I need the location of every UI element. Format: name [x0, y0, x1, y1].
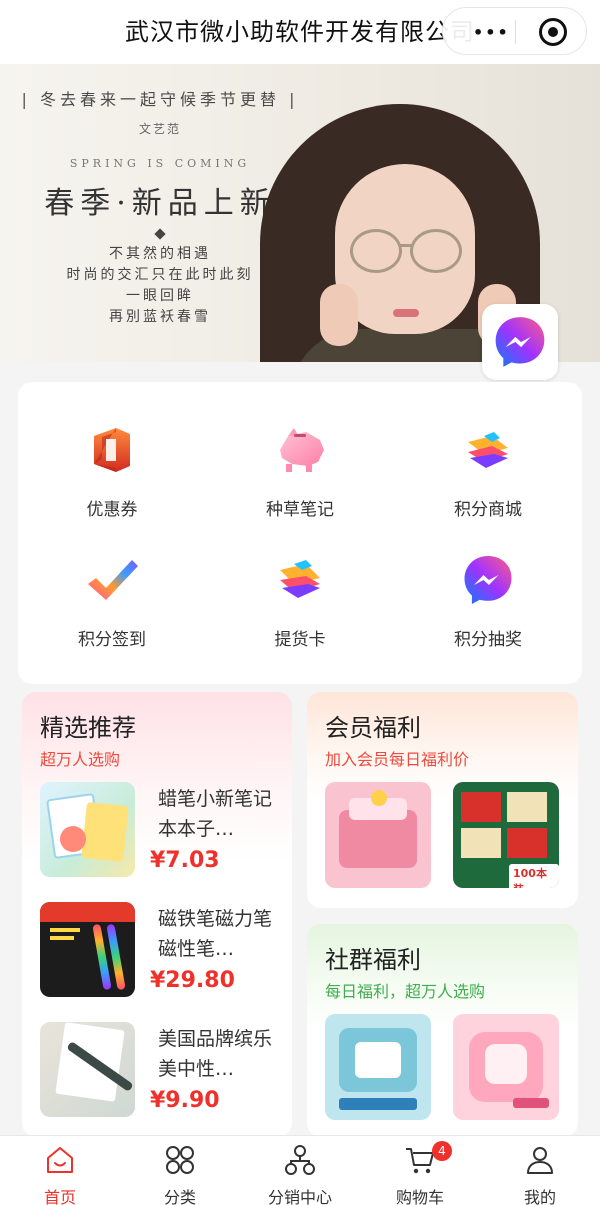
capsule-divider: [515, 20, 516, 44]
app-title: 武汉市微小助软件开发有限公司: [125, 18, 475, 46]
nav-label: 我的: [523, 1188, 556, 1205]
mini-program-capsule: •••: [442, 7, 587, 55]
stream-icon: [280, 560, 320, 598]
office-icon: [94, 428, 130, 472]
featured-subtitle: 超万人选购: [40, 750, 121, 769]
shortcut-label: 积分抽奖: [454, 630, 522, 650]
nav-label: 分类: [163, 1188, 196, 1205]
nav-label: 购物车: [395, 1188, 444, 1205]
member-benefits-card[interactable]: 会员福利 加入会员每日福利价 100本装: [307, 692, 578, 908]
product-item[interactable]: 美国品牌缤乐美中性… ¥9.90: [40, 1022, 280, 1122]
shortcut-label: 优惠券: [86, 500, 138, 520]
checkmark-icon: [88, 560, 138, 600]
nav-item-cart[interactable]: 4 购物车: [360, 1136, 480, 1205]
home-icon: [47, 1147, 73, 1173]
nav-item-home[interactable]: 首页: [0, 1136, 120, 1205]
featured-card[interactable]: 精选推荐 超万人选购 蜡笔小新笔记本本子… ¥7.03 磁铁笔磁力笔磁性笔… ¥…: [22, 692, 292, 1137]
nav-item-category[interactable]: 分类: [120, 1136, 240, 1205]
shortcut-label: 提货卡: [274, 630, 326, 650]
target-icon[interactable]: [539, 18, 567, 46]
product-thumbnail: [40, 902, 135, 997]
shortcut-grid: 优惠券 种草笔记 积分商城 积分签到 提货卡 积分抽奖: [18, 382, 582, 684]
shortcut-label: 积分商城: [454, 500, 522, 520]
product-price: ¥7.03: [150, 848, 220, 873]
product-name: 磁铁笔磁力笔磁性笔…: [158, 908, 273, 960]
product-price: ¥29.80: [150, 968, 235, 993]
product-name: 美国品牌缤乐美中性…: [158, 1028, 273, 1080]
product-thumbnail: [40, 782, 135, 877]
community-title: 社群福利: [325, 946, 421, 974]
nav-label: 首页: [43, 1188, 76, 1205]
product-price: ¥9.90: [150, 1088, 220, 1113]
network-icon: [285, 1145, 315, 1175]
shortcut-notes[interactable]: 种草笔记: [206, 422, 394, 552]
shortcut-coupon[interactable]: 优惠券: [18, 422, 206, 552]
nav-item-profile[interactable]: 我的: [480, 1136, 600, 1205]
product-name: 蜡笔小新笔记本本子…: [158, 788, 273, 840]
thumbnail-badge: 100本装: [509, 864, 559, 888]
nav-label: 分销中心: [267, 1188, 332, 1205]
shortcut-checkin[interactable]: 积分签到: [18, 552, 206, 682]
floating-chat-button[interactable]: [482, 304, 558, 380]
product-thumbnail: [40, 1022, 135, 1117]
community-thumbnail[interactable]: [325, 1014, 431, 1120]
user-icon: [527, 1147, 553, 1174]
piggy-bank-icon: [280, 428, 324, 472]
community-benefits-card[interactable]: 社群福利 每日福利，超万人选购: [307, 924, 578, 1137]
grid-icon: [166, 1146, 194, 1174]
member-thumbnail[interactable]: 100本装: [453, 782, 559, 888]
title-bar: 武汉市微小助软件开发有限公司 •••: [0, 0, 600, 64]
bottom-nav: 首页 分类 分销中心 4 购物车 我的: [0, 1135, 600, 1205]
messenger-icon: [464, 556, 512, 604]
shortcut-label: 积分签到: [78, 630, 146, 650]
more-dots-icon[interactable]: •••: [473, 23, 510, 42]
member-thumbnail[interactable]: [325, 782, 431, 888]
member-title: 会员福利: [325, 714, 421, 742]
cart-badge: 4: [432, 1141, 452, 1161]
featured-title: 精选推荐: [40, 714, 136, 742]
nav-item-distribution[interactable]: 分销中心: [240, 1136, 360, 1205]
messenger-icon: [495, 317, 545, 367]
product-item[interactable]: 磁铁笔磁力笔磁性笔… ¥29.80: [40, 902, 280, 1002]
diamond-ornament: [154, 228, 166, 240]
member-subtitle: 加入会员每日福利价: [325, 750, 470, 769]
community-thumbnail[interactable]: [453, 1014, 559, 1120]
community-subtitle: 每日福利，超万人选购: [325, 982, 486, 1001]
shortcut-points-mall[interactable]: 积分商城: [394, 422, 582, 552]
shortcut-label: 种草笔记: [266, 500, 334, 520]
shortcut-lottery[interactable]: 积分抽奖: [394, 552, 582, 682]
product-item[interactable]: 蜡笔小新笔记本本子… ¥7.03: [40, 782, 280, 882]
stream-icon: [468, 432, 508, 468]
shortcut-pickup-card[interactable]: 提货卡: [206, 552, 394, 682]
